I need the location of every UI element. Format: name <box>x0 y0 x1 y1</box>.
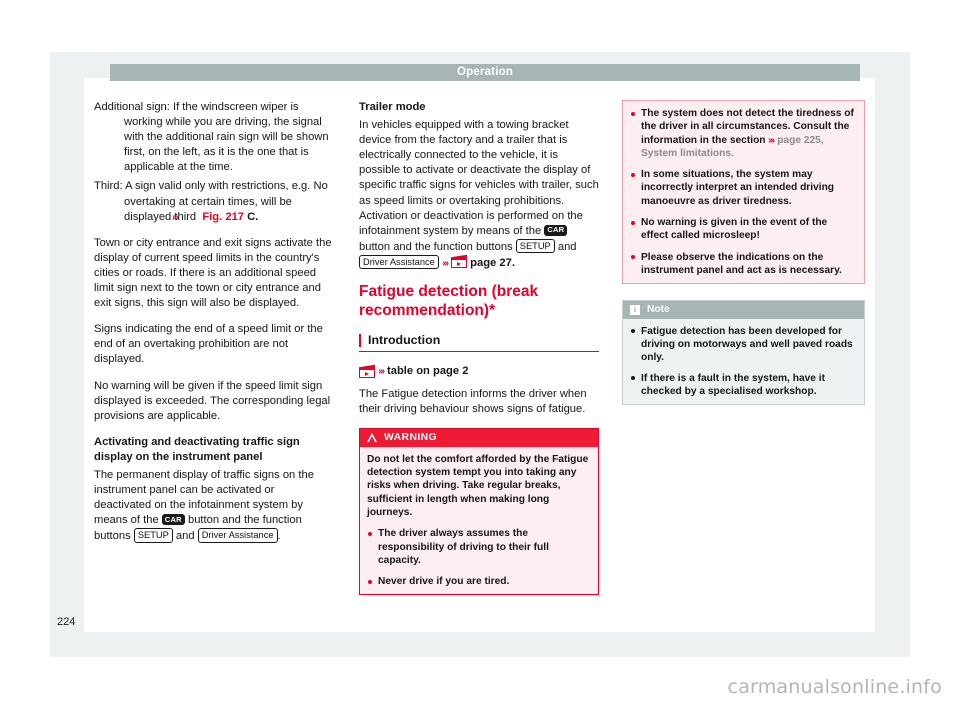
warning-bullet-misinterpret: In some situations, the system may incor… <box>630 168 857 208</box>
site-watermark: carmanualsonline.info <box>727 676 942 698</box>
page-number: 224 <box>57 616 76 628</box>
manual-page: Operation Additional sign: If the windsc… <box>0 0 960 708</box>
warning-triangle-icon <box>367 432 378 443</box>
setup-button-chip[interactable]: SETUP <box>515 238 555 254</box>
warning-box: WARNING Do not let the comfort afforded … <box>359 428 599 596</box>
fig-reference[interactable]: Fig. 217 <box>202 211 244 223</box>
running-header-bar: Operation <box>110 64 860 81</box>
note-bullet: Fatigue detection has been developed for… <box>630 325 857 365</box>
para-fatigue-intro: The Fatigue detection informs the driver… <box>359 388 587 416</box>
para-signs-end: Signs indicating the end of a speed limi… <box>94 323 323 366</box>
warning-box-header: WARNING <box>360 429 598 447</box>
para-trailer-mode: In vehicles equipped with a towing brack… <box>359 118 599 271</box>
note-box: i Note Fatigue detection has been develo… <box>622 300 865 406</box>
car-button-chip[interactable]: CAR <box>544 224 568 236</box>
column-left: Additional sign: If the windscreen wiper… <box>94 100 334 555</box>
column-right: The system does not detect the tiredness… <box>622 100 865 418</box>
para-no-warning: No warning will be given if the speed li… <box>94 379 331 422</box>
fig-reference-suffix: C. <box>247 210 259 223</box>
trailer-page-xref[interactable]: page 27 <box>470 257 512 269</box>
car-button-chip[interactable]: CAR <box>161 514 185 526</box>
page-title: Operation <box>456 65 514 78</box>
para-additional-sign: Additional sign: If the windscreen wiper… <box>94 101 329 174</box>
arrow-glyph-icon: ››› <box>442 256 449 269</box>
warning-paragraph: Do not let the comfort afforded by the F… <box>367 453 589 518</box>
arrow-glyph-icon: ››› <box>768 133 776 146</box>
info-icon: i <box>630 304 640 315</box>
arrow-glyph-icon: ››› <box>378 365 385 378</box>
content-columns: Additional sign: If the windscreen wiper… <box>94 100 865 620</box>
clapperboard-video-icon <box>451 254 468 268</box>
note-label: Note <box>647 304 670 316</box>
para-permanent-part3: and <box>172 530 198 543</box>
note-box-header: i Note <box>623 301 864 319</box>
warning-bullet-system-limits: The system does not detect the tiredness… <box>630 107 857 160</box>
warning-bullet-observe-panel: Please observe the indications on the in… <box>630 251 857 278</box>
warning-bullet-microsleep: No warning is given in the event of the … <box>630 216 857 243</box>
para-permanent-part4: . <box>277 530 281 543</box>
setup-button-chip[interactable]: SETUP <box>133 528 173 543</box>
para-trailer-part1: In vehicles equipped with a towing brack… <box>359 119 599 237</box>
note-bullet: If there is a fault in the system, have … <box>630 372 857 399</box>
para-trailer-part2: button and the function buttons <box>359 240 516 253</box>
warning-box-body: Do not let the comfort afforded by the F… <box>360 447 598 595</box>
column-middle: Trailer mode In vehicles equipped with a… <box>359 100 599 608</box>
note-box-body: Fatigue detection has been developed for… <box>623 319 864 404</box>
warning-continuation-box: The system does not detect the tiredness… <box>622 100 865 285</box>
warning-bullet: The driver always assumes the responsibi… <box>367 527 591 567</box>
section-heading-introduction: Introduction <box>359 333 599 353</box>
para-permanent-display: The permanent display of traffic signs o… <box>94 468 334 544</box>
heading-activating-display: Activating and deactivating traffic sign… <box>94 435 300 463</box>
chapter-title-fatigue-detection: Fatigue detection (break recommendation)… <box>359 283 539 320</box>
warning-label: WARNING <box>384 432 438 444</box>
driver-assistance-button-chip[interactable]: Driver Assistance <box>359 254 439 270</box>
trailer-page-xref-period: . <box>511 256 515 269</box>
clapperboard-video-icon <box>359 364 375 378</box>
para-third-sign: Third: A sign valid only with restrictio… <box>94 180 328 223</box>
heading-trailer-mode: Trailer mode <box>359 101 426 113</box>
warning-bullet: Never drive if you are tired. <box>367 575 591 588</box>
driver-assistance-button-chip[interactable]: Driver Assistance <box>197 528 278 543</box>
para-trailer-part3: and <box>554 240 577 253</box>
table-xref-label: table on page 2 <box>387 365 469 378</box>
table-cross-reference[interactable]: ››› table on page 2 <box>359 364 599 379</box>
para-town-entrance: Town or city entrance and exit signs act… <box>94 236 332 310</box>
